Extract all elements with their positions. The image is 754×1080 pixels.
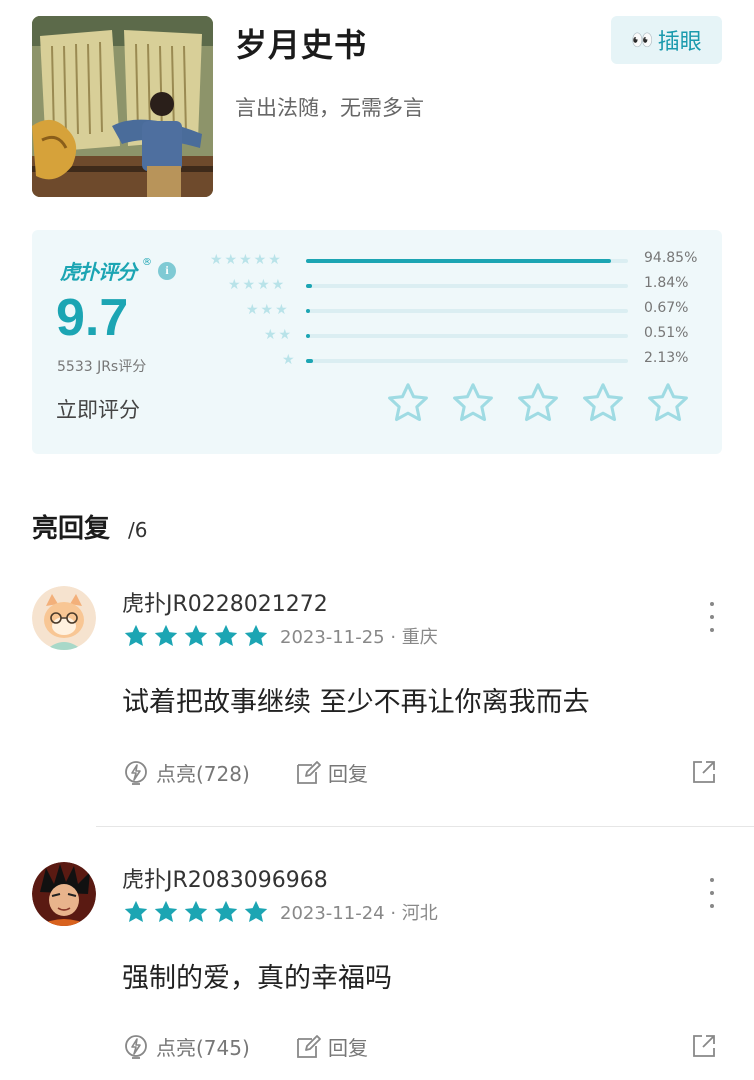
distribution-bar-track bbox=[306, 309, 628, 313]
distribution-percent: 2.13% bbox=[644, 350, 689, 366]
comment-item: 虎扑JR2083096968 2023-11-24 · 河北 强制的爱，真的幸福… bbox=[32, 862, 722, 1072]
registered-mark: ® bbox=[142, 257, 152, 268]
topic-header: 岁月史书 言出法随，无需多言 👀 插眼 bbox=[32, 16, 722, 200]
section-count: /6 bbox=[128, 518, 148, 542]
comment-content: 试着把故事继续 至少不再让你离我而去 bbox=[122, 687, 590, 718]
rate-star-3-icon[interactable] bbox=[515, 380, 561, 426]
rating-brand: 虎扑评分 ® i bbox=[60, 256, 176, 285]
distribution-row-5-star: ★★★★★ 94.85% bbox=[208, 250, 708, 275]
filled-star-icon bbox=[154, 624, 178, 647]
comment-date-location: 2023-11-25 · 重庆 bbox=[280, 627, 438, 648]
mini-star-icons: ★★★ bbox=[246, 302, 290, 318]
edit-icon bbox=[297, 1034, 321, 1058]
filled-star-icon bbox=[244, 900, 268, 923]
filled-star-icon bbox=[214, 900, 238, 923]
distribution-bar-fill bbox=[306, 259, 612, 263]
comment-meta: 2023-11-25 · 重庆 bbox=[122, 622, 438, 650]
rate-star-input[interactable] bbox=[385, 380, 691, 426]
rate-now-label: 立即评分 bbox=[56, 398, 140, 422]
rating-brand-logo: 虎扑评分 bbox=[60, 260, 137, 284]
comment-meta: 2023-11-24 · 河北 bbox=[122, 898, 438, 926]
rate-star-2-icon[interactable] bbox=[450, 380, 496, 426]
topic-cover-image bbox=[32, 16, 213, 197]
comment-item: 虎扑JR0228021272 2023-11-25 · 重庆 试着把故事继续 至… bbox=[32, 586, 722, 806]
rate-star-5-icon[interactable] bbox=[645, 380, 691, 426]
eyes-icon: 👀 bbox=[631, 29, 653, 51]
filled-star-icon bbox=[124, 900, 148, 923]
comment-rating-stars bbox=[122, 898, 270, 926]
distribution-percent: 0.51% bbox=[644, 325, 689, 341]
share-icon[interactable] bbox=[690, 758, 718, 786]
filled-star-icon bbox=[244, 624, 268, 647]
distribution-bar-fill bbox=[306, 334, 310, 338]
like-count-label: 点亮(728) bbox=[156, 762, 250, 786]
reply-label: 回复 bbox=[328, 762, 368, 786]
bookmark-button[interactable]: 👀 插眼 bbox=[611, 16, 722, 64]
avatar[interactable] bbox=[32, 862, 96, 926]
comment-actions: 点亮(728) 回复 bbox=[122, 758, 722, 792]
distribution-bar-track bbox=[306, 359, 628, 363]
distribution-percent: 0.67% bbox=[644, 300, 689, 316]
filled-star-icon bbox=[124, 624, 148, 647]
reply-button[interactable]: 回复 bbox=[294, 758, 368, 787]
filled-star-icon bbox=[214, 624, 238, 647]
mini-star-icons: ★★★★★ bbox=[210, 252, 283, 268]
bookmark-label: 插眼 bbox=[657, 30, 702, 55]
filled-star-icon bbox=[184, 900, 208, 923]
mini-star-icons: ★★★★ bbox=[228, 277, 287, 293]
comment-date-location: 2023-11-24 · 河北 bbox=[280, 903, 438, 924]
rate-star-1-icon[interactable] bbox=[385, 380, 431, 426]
rating-count: 5533 JRs评分 bbox=[57, 359, 147, 375]
distribution-row-1-star: ★ 2.13% bbox=[208, 350, 708, 375]
avatar[interactable] bbox=[32, 586, 96, 650]
share-icon[interactable] bbox=[690, 1032, 718, 1060]
comment-username[interactable]: 虎扑JR0228021272 bbox=[122, 586, 328, 618]
section-title: 亮回复 bbox=[32, 514, 111, 544]
rating-distribution: ★★★★★ 94.85% ★★★★ 1.84% ★★★ 0.67% ★★ 0.51% ★ 2.13… bbox=[208, 250, 708, 375]
reply-button[interactable]: 回复 bbox=[294, 1032, 368, 1061]
topic-subtitle: 言出法随，无需多言 bbox=[235, 96, 424, 120]
filled-star-icon bbox=[184, 624, 208, 647]
more-options-icon[interactable] bbox=[702, 602, 722, 632]
distribution-row-2-star: ★★ 0.51% bbox=[208, 325, 708, 350]
like-count-label: 点亮(745) bbox=[156, 1036, 250, 1060]
rate-star-4-icon[interactable] bbox=[580, 380, 626, 426]
distribution-percent: 1.84% bbox=[644, 275, 689, 291]
distribution-percent: 94.85% bbox=[644, 250, 698, 266]
comment-content: 强制的爱，真的幸福吗 bbox=[122, 963, 392, 994]
lightbulb-icon bbox=[125, 1034, 147, 1059]
distribution-bar-track bbox=[306, 259, 628, 263]
distribution-row-3-star: ★★★ 0.67% bbox=[208, 300, 708, 325]
distribution-row-4-star: ★★★★ 1.84% bbox=[208, 275, 708, 300]
filled-star-icon bbox=[154, 900, 178, 923]
comment-rating-stars bbox=[122, 622, 270, 650]
like-button[interactable]: 点亮(745) bbox=[122, 1032, 250, 1061]
more-options-icon[interactable] bbox=[702, 878, 722, 908]
lightbulb-icon bbox=[125, 760, 147, 785]
highlight-replies-heading: 亮回复 /6 bbox=[32, 508, 147, 545]
mini-star-icons: ★ bbox=[282, 352, 297, 368]
comment-actions: 点亮(745) 回复 bbox=[122, 1032, 722, 1066]
distribution-bar-fill bbox=[306, 359, 313, 363]
like-button[interactable]: 点亮(728) bbox=[122, 758, 250, 787]
info-icon[interactable]: i bbox=[158, 261, 176, 280]
distribution-bar-track bbox=[306, 334, 628, 338]
mini-star-icons: ★★ bbox=[264, 327, 294, 343]
distribution-bar-track bbox=[306, 284, 628, 288]
distribution-bar-fill bbox=[306, 284, 312, 288]
comment-divider bbox=[96, 826, 754, 827]
distribution-bar-fill bbox=[306, 309, 310, 313]
rating-card: 虎扑评分 ® i 9.7 5533 JRs评分 立即评分 ★★★★★ 94.85%… bbox=[32, 230, 722, 454]
average-score: 9.7 bbox=[56, 289, 129, 347]
reply-label: 回复 bbox=[328, 1036, 368, 1060]
comment-username[interactable]: 虎扑JR2083096968 bbox=[122, 862, 328, 894]
topic-title: 岁月史书 bbox=[235, 26, 368, 64]
edit-icon bbox=[297, 760, 321, 784]
